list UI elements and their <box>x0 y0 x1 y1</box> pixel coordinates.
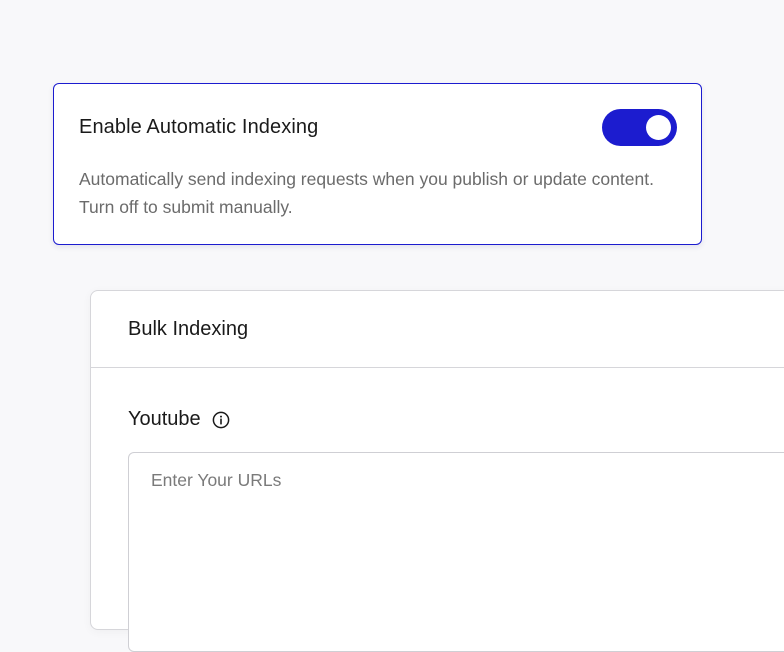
youtube-field-label-row: Youtube <box>128 408 230 431</box>
toggle-knob <box>646 115 671 140</box>
bulk-indexing-card: Bulk Indexing Youtube <box>90 290 784 652</box>
automatic-indexing-title: Enable Automatic Indexing <box>79 116 319 138</box>
bulk-indexing-header: Bulk Indexing <box>91 291 784 368</box>
automatic-indexing-toggle[interactable] <box>602 109 677 146</box>
automatic-indexing-description: Automatically send indexing requests whe… <box>79 169 654 217</box>
bulk-indexing-title: Bulk Indexing <box>128 318 249 340</box>
youtube-field-label: Youtube <box>128 408 201 430</box>
youtube-urls-input[interactable] <box>128 452 784 652</box>
automatic-indexing-card: Enable Automatic Indexing Automatically … <box>53 83 702 245</box>
info-icon[interactable] <box>212 411 230 429</box>
